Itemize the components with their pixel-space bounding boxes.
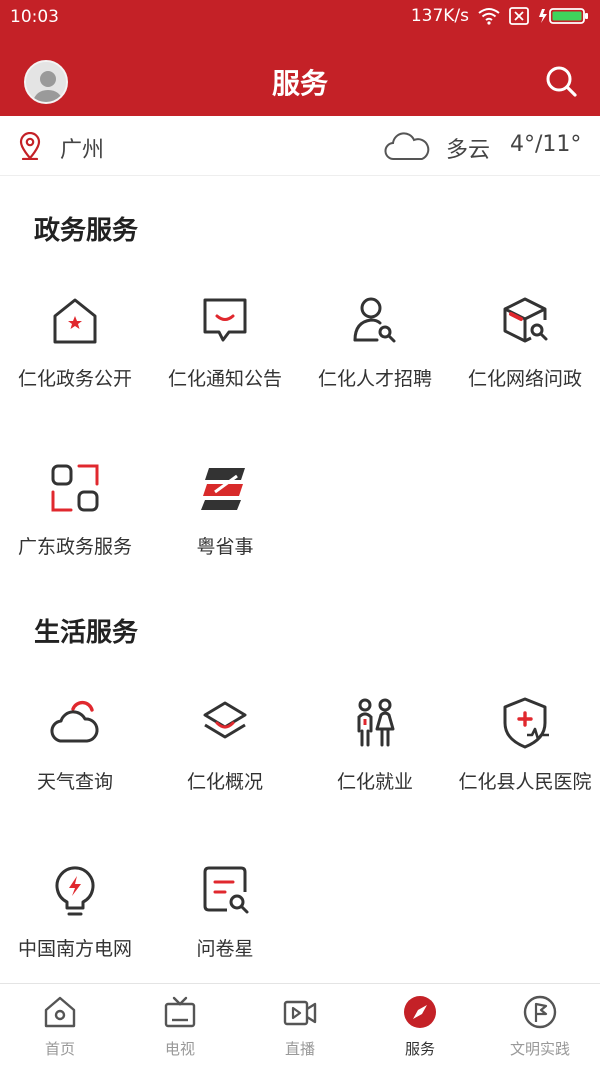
compass-icon xyxy=(404,996,436,1028)
service-item-gd-gov[interactable]: 广东政务服务 xyxy=(0,460,150,558)
person-search-icon xyxy=(353,297,396,343)
service-label: 天气查询 xyxy=(36,771,113,793)
status-time: 10:03 xyxy=(10,7,59,27)
app-header: 服务 xyxy=(0,36,600,116)
service-item-survey[interactable]: 问卷星 xyxy=(150,862,300,960)
location-pin-icon xyxy=(19,132,41,160)
service-label: 广东政务服务 xyxy=(17,536,132,558)
tab-civilization[interactable]: 文明实践 xyxy=(480,984,600,1067)
wifi-icon xyxy=(478,8,500,25)
battery-icon xyxy=(539,8,588,24)
location-weather-bar[interactable]: 广州 多云 4°/11° xyxy=(0,116,600,176)
tab-label: 文明实践 xyxy=(509,1040,570,1058)
people-icon xyxy=(357,698,395,747)
box-search-icon xyxy=(503,297,548,343)
service-label: 粤省事 xyxy=(196,536,254,558)
network-speed: 137K/s xyxy=(410,6,469,26)
service-label: 仁化概况 xyxy=(186,771,263,793)
cloud-sun-icon xyxy=(50,700,99,743)
service-item-online-inquiry[interactable]: 仁化网络问政 xyxy=(450,292,600,390)
flag-icon xyxy=(523,995,557,1029)
weather-text: 多云 xyxy=(446,138,491,163)
service-item-employment[interactable]: 仁化就业 xyxy=(300,695,450,793)
service-label: 仁化人才招聘 xyxy=(317,368,432,390)
message-icon xyxy=(203,298,247,342)
service-label: 仁化通知公告 xyxy=(167,368,282,390)
tab-label: 直播 xyxy=(284,1040,315,1058)
tab-home[interactable]: 首页 xyxy=(0,984,120,1067)
cloudy-icon xyxy=(384,132,430,160)
apps-icon xyxy=(51,464,99,512)
tab-label: 电视 xyxy=(164,1040,195,1058)
home-icon xyxy=(44,996,76,1028)
tab-service[interactable]: 服务 xyxy=(360,984,480,1067)
building-star-icon xyxy=(53,298,97,344)
search-icon[interactable] xyxy=(544,64,578,98)
service-item-hospital[interactable]: 仁化县人民医院 xyxy=(450,695,600,793)
service-label: 中国南方电网 xyxy=(17,938,132,960)
service-label: 仁化网络问政 xyxy=(467,368,582,390)
tab-label: 服务 xyxy=(404,1040,435,1058)
service-item-power-grid[interactable]: 中国南方电网 xyxy=(0,862,150,960)
service-item-gov-affairs[interactable]: 仁化政务公开 xyxy=(0,292,150,390)
tv-icon xyxy=(164,996,196,1028)
live-icon xyxy=(283,1000,317,1026)
tab-tv[interactable]: 电视 xyxy=(120,984,240,1067)
service-item-weather[interactable]: 天气查询 xyxy=(0,695,150,793)
yue-logo-icon xyxy=(201,468,245,510)
status-bar: 10:03 137K/s xyxy=(0,0,600,36)
temperature-range: 4°/11° xyxy=(510,132,582,157)
survey-icon xyxy=(203,866,249,914)
service-item-notice[interactable]: 仁化通知公告 xyxy=(150,292,300,390)
bottom-tab-bar: 首页 电视 直播 服务 文明实践 xyxy=(0,983,600,1067)
tab-label: 首页 xyxy=(44,1040,75,1058)
page-title: 服务 xyxy=(271,67,328,100)
section-title-gov: 政务服务 xyxy=(34,216,139,246)
service-item-recruit[interactable]: 仁化人才招聘 xyxy=(300,292,450,390)
tab-live[interactable]: 直播 xyxy=(240,984,360,1067)
medical-shield-icon xyxy=(503,697,549,749)
bulb-icon xyxy=(55,866,95,916)
service-label: 仁化县人民医院 xyxy=(458,771,592,793)
service-label: 仁化政务公开 xyxy=(17,368,132,390)
section-title-life: 生活服务 xyxy=(34,618,139,648)
layers-icon xyxy=(203,701,247,739)
sim-off-icon xyxy=(509,7,529,25)
service-item-yue-sheng-shi[interactable]: 粤省事 xyxy=(150,460,300,558)
service-item-overview[interactable]: 仁化概况 xyxy=(150,695,300,793)
city-name: 广州 xyxy=(60,138,105,163)
service-label: 问卷星 xyxy=(196,938,254,960)
service-label: 仁化就业 xyxy=(336,771,413,793)
